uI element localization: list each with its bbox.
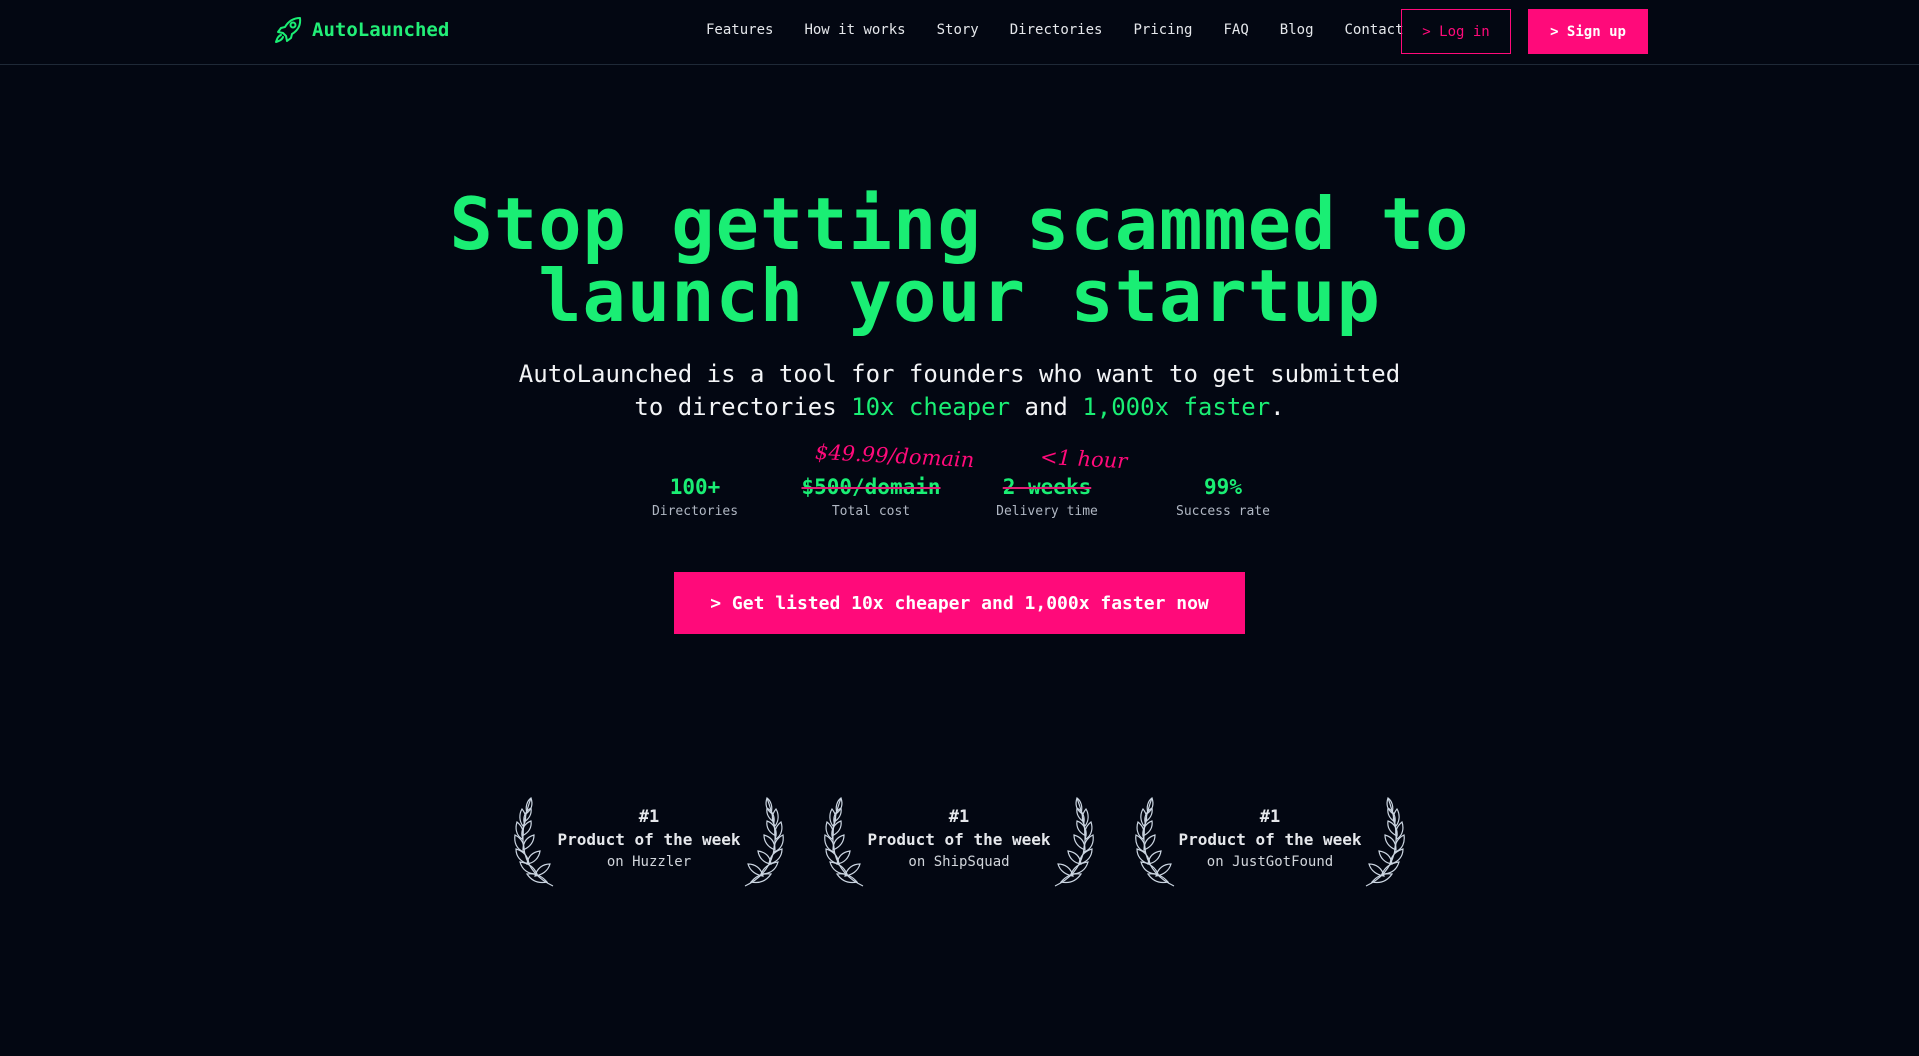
award-title: Product of the week bbox=[557, 830, 741, 849]
get-listed-cta-button[interactable]: > Get listed 10x cheaper and 1,000x fast… bbox=[674, 572, 1245, 634]
stat-value: 100+ bbox=[669, 475, 721, 499]
laurel-right-icon bbox=[1054, 797, 1094, 887]
subtitle-highlight-cheaper: 10x cheaper bbox=[851, 393, 1011, 421]
hero-title-line-2: launch your startup bbox=[538, 254, 1381, 338]
nav-link-how-it-works[interactable]: How it works bbox=[804, 22, 905, 38]
subtitle-text: to directories bbox=[634, 393, 852, 421]
nav-link-faq[interactable]: FAQ bbox=[1223, 22, 1248, 38]
award-badge-justgotfound: #1 Product of the week on JustGotFound bbox=[1130, 792, 1410, 888]
stat-label: Directories bbox=[651, 504, 739, 519]
hero-subtitle-line-2: to directories 10x cheaper and 1,000x fa… bbox=[0, 391, 1919, 424]
award-rank: #1 bbox=[638, 807, 660, 827]
handwritten-new-price: $49.99/domain bbox=[814, 439, 975, 473]
stat-directories: 100+ Directories bbox=[610, 474, 780, 521]
signup-button[interactable]: > Sign up bbox=[1528, 9, 1648, 54]
award-badge-huzzler: #1 Product of the week on Huzzler bbox=[509, 792, 789, 888]
hero-title: Stop getting scammed to launch your star… bbox=[0, 188, 1919, 332]
rocket-icon bbox=[275, 17, 302, 43]
award-text: #1 Product of the week on JustGotFound bbox=[1170, 806, 1370, 872]
stat-success-rate: 99% Success rate bbox=[1138, 474, 1308, 521]
laurel-right-icon bbox=[1365, 797, 1405, 887]
award-badge-shipsquad: #1 Product of the week on ShipSquad bbox=[819, 792, 1099, 888]
award-source: on ShipSquad bbox=[908, 854, 1010, 870]
stat-label: Total cost bbox=[831, 504, 911, 519]
login-button[interactable]: > Log in bbox=[1401, 9, 1511, 54]
stat-delivery-time: 2 weeks Delivery time bbox=[962, 474, 1132, 521]
award-source: on JustGotFound bbox=[1206, 854, 1334, 870]
award-rank: #1 bbox=[948, 807, 970, 827]
subtitle-highlight-faster: 1,000x faster bbox=[1082, 393, 1271, 421]
stat-label: Delivery time bbox=[996, 504, 1098, 519]
award-text: #1 Product of the week on ShipSquad bbox=[859, 806, 1059, 872]
nav-link-story[interactable]: Story bbox=[937, 22, 979, 38]
hero-subtitle: AutoLaunched is a tool for founders who … bbox=[0, 358, 1919, 424]
stat-label: Success rate bbox=[1176, 504, 1270, 519]
nav-link-pricing[interactable]: Pricing bbox=[1133, 22, 1192, 38]
award-text: #1 Product of the week on Huzzler bbox=[549, 806, 749, 872]
award-title: Product of the week bbox=[867, 830, 1051, 849]
subtitle-text-and: and bbox=[1010, 393, 1083, 421]
handwritten-new-delivery-time: <1 hour bbox=[1039, 444, 1128, 474]
award-title: Product of the week bbox=[1178, 830, 1362, 849]
brand-name: AutoLaunched bbox=[312, 19, 450, 41]
nav-link-blog[interactable]: Blog bbox=[1280, 22, 1314, 38]
stat-value: 99% bbox=[1204, 475, 1242, 499]
nav-link-features[interactable]: Features bbox=[706, 22, 773, 38]
brand-logo-link[interactable]: AutoLaunched bbox=[272, 14, 449, 46]
subtitle-period: . bbox=[1270, 393, 1285, 421]
nav-link-contact[interactable]: Contact bbox=[1345, 22, 1404, 38]
stat-value-struck: $500/domain bbox=[801, 475, 941, 499]
stat-value-struck: 2 weeks bbox=[1002, 475, 1092, 499]
nav-links: Features How it works Story Directories … bbox=[706, 22, 1435, 38]
hero-title-line-1: Stop getting scammed to bbox=[449, 182, 1470, 266]
top-navbar: AutoLaunched Features How it works Story… bbox=[0, 0, 1919, 65]
laurel-right-icon bbox=[744, 797, 784, 887]
nav-link-directories[interactable]: Directories bbox=[1010, 22, 1103, 38]
stat-total-cost: $500/domain Total cost bbox=[786, 474, 956, 521]
award-source: on Huzzler bbox=[606, 854, 692, 870]
award-rank: #1 bbox=[1259, 807, 1281, 827]
hero-subtitle-line-1: AutoLaunched is a tool for founders who … bbox=[518, 360, 1401, 388]
